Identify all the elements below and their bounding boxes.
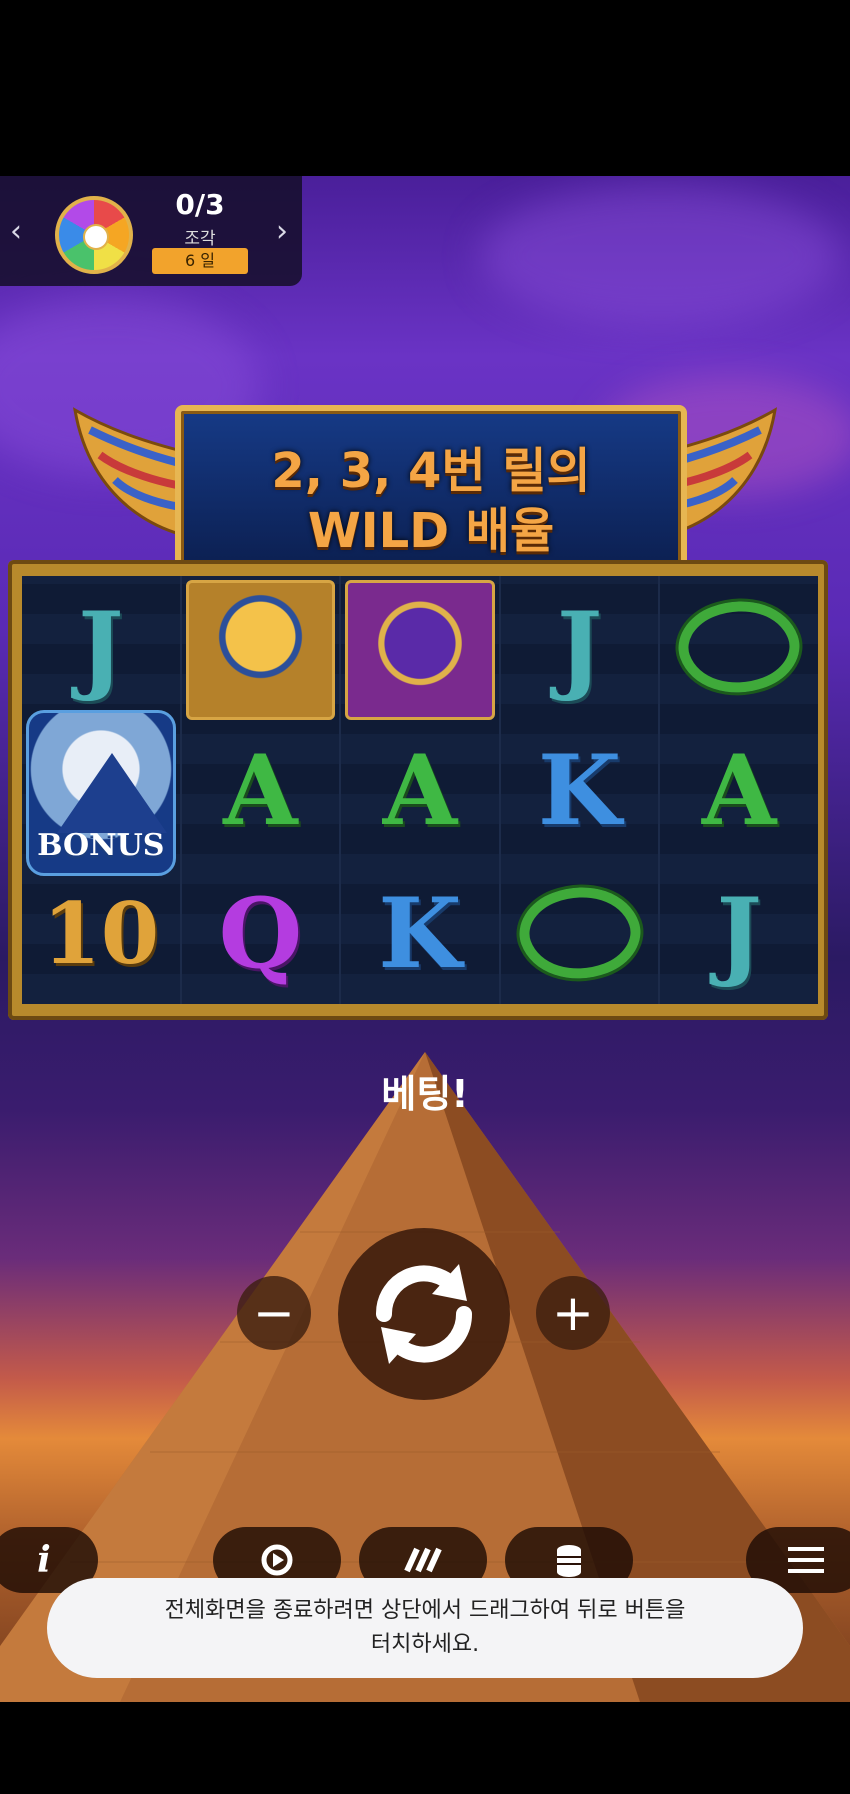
symbol-snake xyxy=(501,862,659,1004)
bonus-label: BONUS xyxy=(37,828,165,863)
symbol-k: K xyxy=(537,733,622,847)
symbol-q: Q xyxy=(218,876,303,990)
prize-wheel-icon xyxy=(55,196,133,274)
days-badge: 6 일 xyxy=(152,248,248,274)
piece-progress-panel[interactable]: ‹ 0/3 조각 6 일 › xyxy=(0,176,302,286)
symbol-j: J xyxy=(556,590,603,704)
spin-arrows-icon xyxy=(375,1264,473,1364)
piece-count: 0/3 xyxy=(175,188,225,221)
chevron-left-icon[interactable]: ‹ xyxy=(10,214,22,249)
symbol-a: A xyxy=(223,733,298,847)
snake-icon xyxy=(667,582,811,712)
piece-label: 조각 xyxy=(184,229,216,249)
reel-frame: J BONUS 10 A Q A K J K A J xyxy=(8,560,828,1020)
symbol-j: J xyxy=(716,876,762,990)
symbol-snake xyxy=(660,576,818,718)
reel-1: J BONUS 10 xyxy=(22,576,182,1004)
reel-5: AJ xyxy=(660,576,818,1004)
coins-stack-icon xyxy=(557,1545,581,1577)
symbol-anubis xyxy=(341,576,499,720)
chevron-right-icon[interactable]: › xyxy=(276,214,288,249)
turbo-icon xyxy=(404,1547,442,1573)
symbol-bonus: BONUS xyxy=(22,706,180,876)
increase-bet-button[interactable]: + xyxy=(536,1276,610,1350)
anubis-icon xyxy=(345,580,495,720)
spin-button[interactable] xyxy=(338,1228,510,1400)
symbol-a: A xyxy=(382,733,458,847)
toast-line1: 전체화면을 종료하려면 상단에서 드래그하여 뒤로 버튼을 xyxy=(164,1598,686,1623)
info-icon: i xyxy=(37,1539,51,1581)
banner-line2: WILD 배율 xyxy=(307,503,555,559)
reel-grid: J BONUS 10 A Q A K J K A J xyxy=(22,576,818,1004)
reel-2: AQ xyxy=(181,576,342,1004)
cloud xyxy=(480,186,840,326)
symbol-k: K xyxy=(378,876,462,990)
symbol-a: A xyxy=(701,733,777,847)
snake-icon xyxy=(508,868,651,998)
autoplay-icon xyxy=(261,1544,293,1576)
hamburger-menu-icon xyxy=(788,1547,824,1573)
toast-line2: 터치하세요. xyxy=(370,1632,480,1657)
symbol-pharaoh xyxy=(182,576,340,720)
decrease-bet-button[interactable]: − xyxy=(237,1276,311,1350)
symbol-j: J xyxy=(78,590,124,704)
feature-banner: 2, 3, 4번 릴의 WILD 배율 xyxy=(175,405,687,582)
pharaoh-icon xyxy=(185,580,336,720)
reel-4: JK xyxy=(500,576,661,1004)
fullscreen-exit-toast: 전체화면을 종료하려면 상단에서 드래그하여 뒤로 버튼을 터치하세요. xyxy=(47,1578,803,1678)
bet-prompt-text: 베팅! xyxy=(381,1072,469,1116)
symbol-10: 10 xyxy=(42,883,160,983)
bonus-moon-pyramid-icon: BONUS xyxy=(26,710,176,876)
reel-3: AK xyxy=(341,576,501,1004)
plus-icon: + xyxy=(552,1284,594,1342)
bonus-pyramid-icon xyxy=(57,753,167,833)
minus-icon: − xyxy=(253,1284,295,1342)
